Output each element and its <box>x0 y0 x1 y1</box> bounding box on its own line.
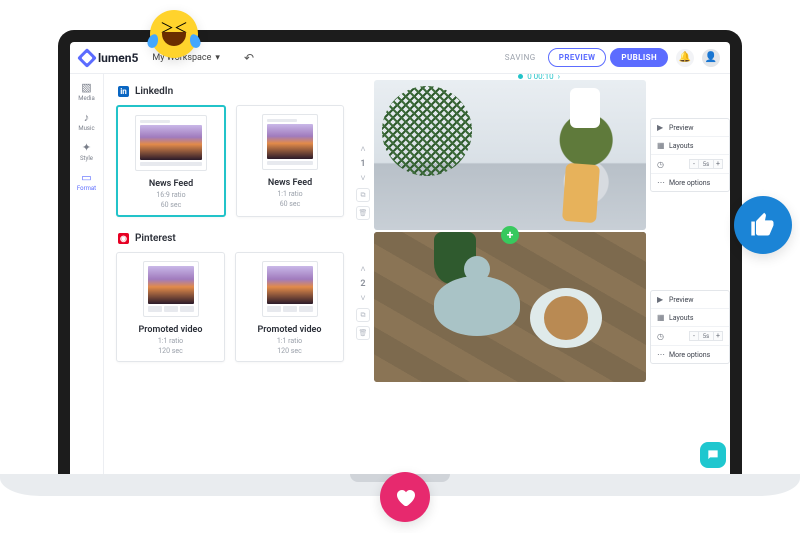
format-thumbnail <box>135 115 207 171</box>
rail-item-format[interactable]: ▭ Format <box>77 170 96 192</box>
format-ratio: 1:1 ratio <box>277 190 302 198</box>
format-title: Promoted video <box>258 325 322 335</box>
grid-icon: ▦ <box>657 313 665 322</box>
laugh-emoji-badge: ＞＜ <box>150 10 198 58</box>
rail-label: Music <box>78 125 94 132</box>
format-title: News Feed <box>268 178 312 188</box>
linkedin-icon: in <box>118 86 129 97</box>
slide-layouts-button[interactable]: ▦Layouts <box>651 137 729 155</box>
rail-item-style[interactable]: ✦ Style <box>80 140 94 162</box>
format-ratio: 16:9 ratio <box>156 191 185 199</box>
increment-button[interactable]: + <box>713 159 723 169</box>
slide-1[interactable] <box>374 80 646 230</box>
publish-button[interactable]: PUBLISH <box>610 48 668 67</box>
slide-preview-button[interactable]: ▶Preview <box>651 119 729 137</box>
pinterest-icon: ◉ <box>118 233 129 244</box>
play-icon: ▶ <box>657 123 665 132</box>
format-duration: 120 sec <box>158 347 183 355</box>
slide-duration-stepper[interactable]: ◷ -5s+ <box>651 155 729 174</box>
heart-emoji-badge <box>380 472 430 522</box>
format-thumbnail <box>262 261 318 317</box>
notifications-icon[interactable]: 🔔 <box>676 49 694 67</box>
canvas: 0 00:10› + <box>370 74 650 474</box>
format-ratio: 1:1 ratio <box>277 337 302 345</box>
brand-logo[interactable]: lumen5 <box>80 51 138 65</box>
chevron-down-icon[interactable]: ˅ <box>360 173 365 184</box>
section-title: LinkedIn <box>135 86 173 97</box>
format-panel: in LinkedIn News Feed 16:9 ratio 60 sec <box>104 74 356 474</box>
chevron-down-icon: ▾ <box>215 53 220 63</box>
user-avatar[interactable]: 👤 <box>702 49 720 67</box>
section-linkedin: in LinkedIn <box>118 86 344 97</box>
more-icon: ⋯ <box>657 350 665 359</box>
left-rail: ▧ Media ♪ Music ✦ Style ▭ Format <box>70 74 104 474</box>
format-thumbnail <box>143 261 199 317</box>
clock-icon: ◷ <box>657 332 665 341</box>
rail-item-media[interactable]: ▧ Media <box>78 80 95 102</box>
copy-icon[interactable]: ⧉ <box>356 308 370 322</box>
format-duration: 120 sec <box>277 347 302 355</box>
clock-icon: ◷ <box>657 160 665 169</box>
format-card[interactable]: Promoted video 1:1 ratio 120 sec <box>116 252 225 362</box>
rail-label: Media <box>78 95 95 102</box>
slide-controls: ▶Preview ▦Layouts ◷ -5s+ ⋯More options ▶… <box>650 74 730 474</box>
slide-2[interactable] <box>374 232 646 382</box>
format-thumbnail <box>262 114 318 170</box>
music-icon: ♪ <box>80 110 94 124</box>
rail-label: Format <box>77 185 96 192</box>
format-icon: ▭ <box>79 170 93 184</box>
grid-icon: ▦ <box>657 141 665 150</box>
duration-value: 5s <box>699 331 713 341</box>
slide-number: 2 <box>360 279 365 289</box>
format-card[interactable]: Promoted video 1:1 ratio 120 sec <box>235 252 344 362</box>
format-duration: 60 sec <box>161 201 182 209</box>
image-icon: ▧ <box>80 80 94 94</box>
saving-status: SAVING <box>505 53 536 62</box>
logo-mark-icon <box>77 48 97 68</box>
rail-item-music[interactable]: ♪ Music <box>78 110 94 132</box>
format-title: News Feed <box>149 179 193 189</box>
wand-icon: ✦ <box>80 140 94 154</box>
more-icon: ⋯ <box>657 178 665 187</box>
play-icon: ▶ <box>657 295 665 304</box>
brand-name: lumen5 <box>98 51 138 65</box>
slide-more-options[interactable]: ⋯More options <box>651 174 729 191</box>
chat-widget[interactable] <box>700 442 726 468</box>
format-duration: 60 sec <box>280 200 301 208</box>
format-card[interactable]: News Feed 1:1 ratio 60 sec <box>236 105 344 217</box>
chevron-up-icon[interactable]: ˄ <box>360 264 365 275</box>
slide-duration-stepper[interactable]: ◷ -5s+ <box>651 327 729 346</box>
increment-button[interactable]: + <box>713 331 723 341</box>
delete-icon[interactable]: 🗑 <box>356 326 370 340</box>
rail-label: Style <box>80 155 93 162</box>
format-ratio: 1:1 ratio <box>158 337 183 345</box>
undo-button[interactable]: ↶ <box>244 51 254 65</box>
preview-button[interactable]: PREVIEW <box>548 48 607 67</box>
section-title: Pinterest <box>135 233 176 244</box>
format-card[interactable]: News Feed 16:9 ratio 60 sec <box>116 105 226 217</box>
slide-rail: ˄ 1 ˅ ⧉ 🗑 ˄ 2 ˅ ⧉ 🗑 <box>356 74 370 474</box>
delete-icon[interactable]: 🗑 <box>356 206 370 220</box>
decrement-button[interactable]: - <box>689 331 699 341</box>
format-title: Promoted video <box>139 325 203 335</box>
copy-icon[interactable]: ⧉ <box>356 188 370 202</box>
duration-value: 5s <box>699 159 713 169</box>
add-slide-button[interactable]: + <box>501 226 519 244</box>
like-emoji-badge <box>734 196 792 254</box>
slide-preview-button[interactable]: ▶Preview <box>651 291 729 309</box>
chevron-up-icon[interactable]: ˄ <box>360 144 365 155</box>
slide-more-options[interactable]: ⋯More options <box>651 346 729 363</box>
section-pinterest: ◉ Pinterest <box>118 233 344 244</box>
chevron-down-icon[interactable]: ˅ <box>360 293 365 304</box>
decrement-button[interactable]: - <box>689 159 699 169</box>
slide-number: 1 <box>360 159 365 169</box>
slide-layouts-button[interactable]: ▦Layouts <box>651 309 729 327</box>
